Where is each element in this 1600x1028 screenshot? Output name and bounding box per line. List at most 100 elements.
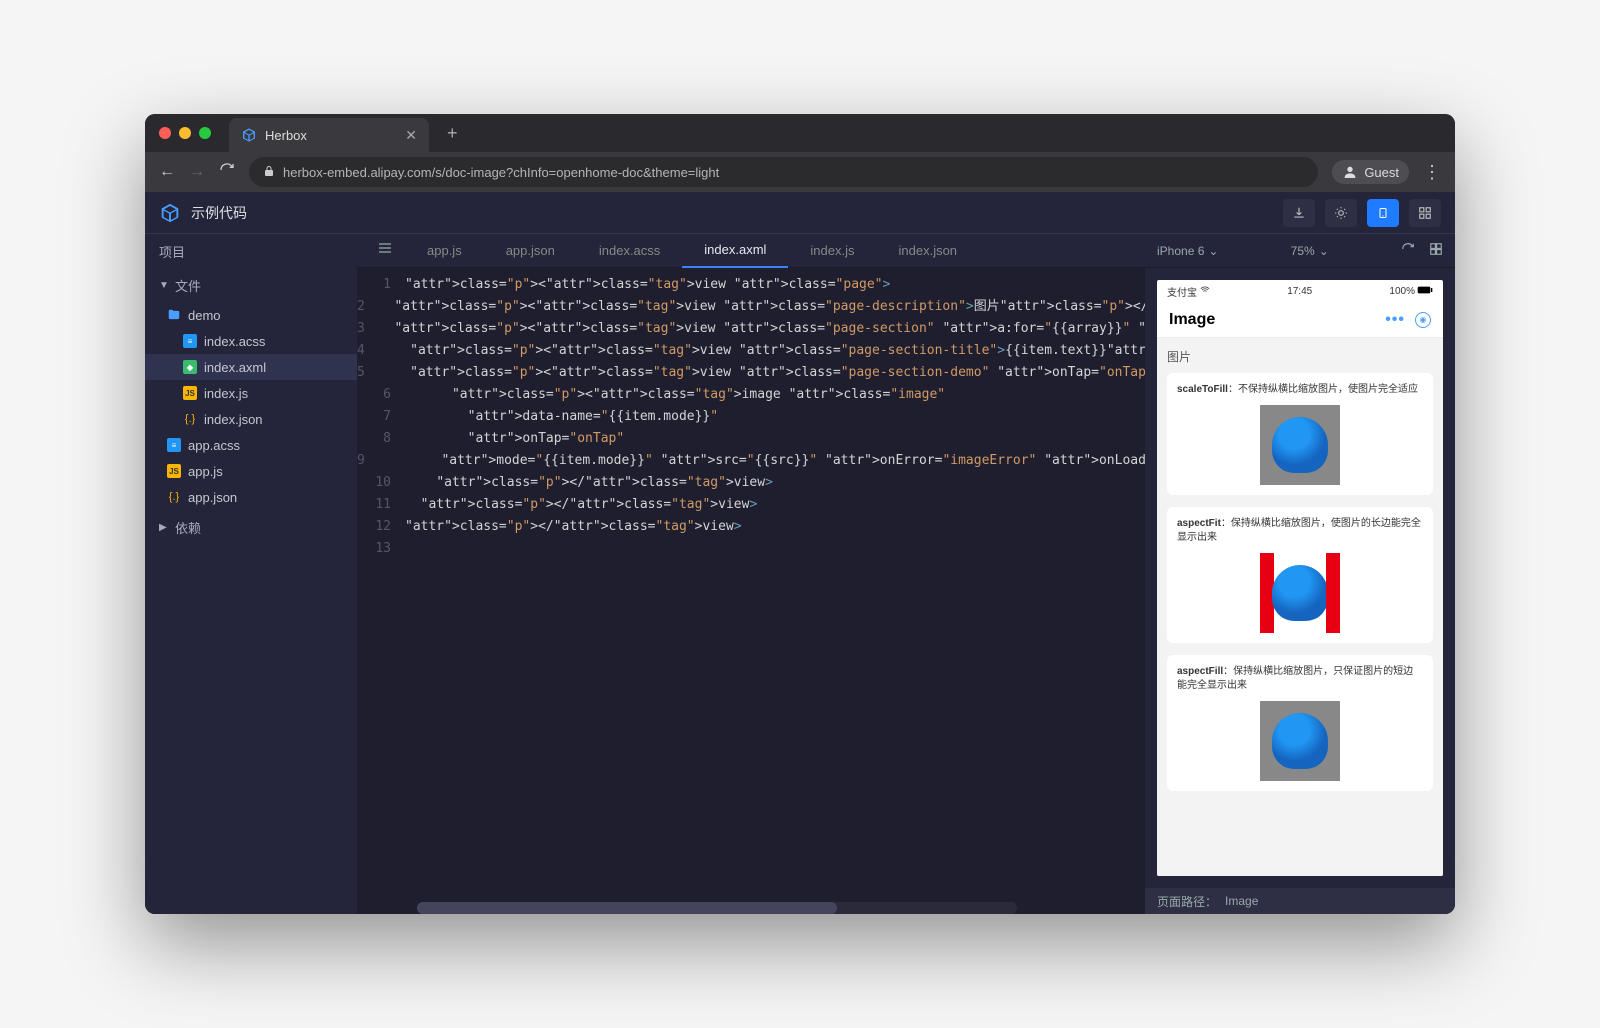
file-tree-item[interactable]: ◈index.axml — [145, 354, 357, 380]
editor-tab[interactable]: index.json — [877, 234, 980, 268]
time-label: 17:45 — [1287, 286, 1312, 297]
line-number: 8 — [357, 428, 405, 450]
file-tree-item[interactable]: demo — [145, 302, 357, 328]
back-button[interactable]: ← — [159, 163, 175, 181]
code-text: "attr">class="p"><"attr">class="tag">ima… — [405, 384, 945, 406]
demo-image[interactable] — [1260, 553, 1340, 633]
code-line[interactable]: 7 "attr">data-name="{{item.mode}}" — [357, 406, 1145, 428]
horizontal-scrollbar[interactable] — [417, 902, 1017, 914]
project-section[interactable]: 项目 — [145, 234, 357, 268]
code-editor[interactable]: 1"attr">class="p"><"attr">class="tag">vi… — [357, 268, 1145, 914]
brightness-button[interactable] — [1325, 199, 1357, 227]
phone-body[interactable]: 图片 scaleToFill：不保持纵横比缩放图片，使图片完全适应aspectF… — [1157, 338, 1443, 876]
code-text: "attr">class="p"><"attr">class="tag">vie… — [379, 296, 1145, 318]
code-line[interactable]: 1"attr">class="p"><"attr">class="tag">vi… — [357, 274, 1145, 296]
preview-panel: iPhone 6 ⌄ 75% ⌄ 支付宝 — [1145, 234, 1455, 914]
editor-tab[interactable]: index.acss — [577, 234, 682, 268]
file-name: index.acss — [204, 334, 265, 349]
editor-tab[interactable]: index.axml — [682, 234, 788, 268]
line-number: 5 — [357, 362, 379, 384]
footer-label: 页面路径： — [1157, 893, 1217, 910]
demo-image[interactable] — [1260, 405, 1340, 485]
url-input[interactable]: herbox-embed.alipay.com/s/doc-image?chIn… — [249, 157, 1318, 187]
code-line[interactable]: 11 "attr">class="p"></"attr">class="tag"… — [357, 494, 1145, 516]
more-icon[interactable]: ••• — [1385, 311, 1405, 329]
footer-value: Image — [1225, 894, 1258, 908]
code-line[interactable]: 9 "attr">mode="{{item.mode}}" "attr">src… — [357, 450, 1145, 472]
phone-status-bar: 支付宝 17:45 100% — [1157, 280, 1443, 302]
line-number: 12 — [357, 516, 405, 538]
minimize-window-icon[interactable] — [179, 127, 191, 139]
layout-button[interactable] — [1429, 242, 1443, 259]
code-text — [405, 538, 413, 560]
demo-description: aspectFit：保持纵横比缩放图片，使图片的长边能完全显示出来 — [1177, 517, 1423, 545]
reload-button[interactable] — [219, 162, 235, 183]
mobile-preview-button[interactable] — [1367, 199, 1399, 227]
profile-label: Guest — [1364, 165, 1399, 180]
css-icon: ≡ — [167, 438, 181, 452]
code-line[interactable]: 4 "attr">class="p"><"attr">class="tag">v… — [357, 340, 1145, 362]
code-text: "attr">class="p"><"attr">class="tag">vie… — [379, 340, 1145, 362]
code-line[interactable]: 6 "attr">class="p"><"attr">class="tag">i… — [357, 384, 1145, 406]
code-line[interactable]: 10 "attr">class="p"></"attr">class="tag"… — [357, 472, 1145, 494]
editor-tab[interactable]: index.js — [788, 234, 876, 268]
file-tree-item[interactable]: {.}index.json — [145, 406, 357, 432]
new-tab-button[interactable]: + — [447, 123, 458, 144]
file-name: app.json — [188, 490, 237, 505]
line-number: 9 — [357, 450, 379, 472]
editor-tab[interactable]: app.json — [484, 234, 577, 268]
code-line[interactable]: 2 "attr">class="p"><"attr">class="tag">v… — [357, 296, 1145, 318]
deps-section[interactable]: ▶ 依赖 — [145, 510, 357, 544]
code-line[interactable]: 12"attr">class="p"></"attr">class="tag">… — [357, 516, 1145, 538]
file-name: index.json — [204, 412, 263, 427]
code-line[interactable]: 13 — [357, 538, 1145, 560]
device-selector[interactable]: iPhone 6 ⌄ — [1157, 244, 1218, 258]
tab-close-icon[interactable]: ✕ — [405, 127, 417, 144]
file-tree-item[interactable]: ≡app.acss — [145, 432, 357, 458]
zoom-selector[interactable]: 75% ⌄ — [1291, 244, 1329, 258]
code-text: "attr">data-name="{{item.mode}}" — [405, 406, 718, 428]
file-tree-item[interactable]: JS index.js — [145, 380, 357, 406]
line-number: 7 — [357, 406, 405, 428]
url-text: herbox-embed.alipay.com/s/doc-image?chIn… — [283, 165, 719, 180]
preview-toolbar: iPhone 6 ⌄ 75% ⌄ — [1145, 234, 1455, 268]
forward-button[interactable]: → — [189, 163, 205, 181]
file-tabs: app.jsapp.jsonindex.acssindex.axmlindex.… — [357, 234, 1145, 268]
line-number: 13 — [357, 538, 405, 560]
device-simulator[interactable]: 支付宝 17:45 100% Image ••• ◉ — [1157, 280, 1443, 876]
battery-icon — [1417, 286, 1433, 297]
menu-kebab-icon[interactable]: ⋮ — [1423, 162, 1441, 183]
tab-title: Herbox — [265, 128, 307, 143]
grid-view-button[interactable] — [1409, 199, 1441, 227]
browser-tab[interactable]: Herbox ✕ — [229, 118, 429, 152]
maximize-window-icon[interactable] — [199, 127, 211, 139]
code-line[interactable]: 3 "attr">class="p"><"attr">class="tag">v… — [357, 318, 1145, 340]
code-text: "attr">class="p"></"attr">class="tag">vi… — [405, 494, 757, 516]
file-tree-item[interactable]: JSapp.js — [145, 458, 357, 484]
editor-area: app.jsapp.jsonindex.acssindex.axmlindex.… — [357, 234, 1145, 914]
lock-icon — [263, 165, 275, 180]
file-tree-item[interactable]: {.}app.json — [145, 484, 357, 510]
file-name: index.js — [204, 386, 248, 401]
app-header: 示例代码 — [145, 192, 1455, 234]
close-window-icon[interactable] — [159, 127, 171, 139]
refresh-preview-button[interactable] — [1401, 242, 1415, 259]
hamburger-icon[interactable] — [365, 240, 405, 261]
window-titlebar: Herbox ✕ + — [145, 114, 1455, 152]
line-number: 3 — [357, 318, 379, 340]
code-line[interactable]: 5 "attr">class="p"><"attr">class="tag">v… — [357, 362, 1145, 384]
app-title: 示例代码 — [191, 203, 247, 223]
js-icon: JS — [183, 386, 197, 400]
demo-image[interactable] — [1260, 701, 1340, 781]
code-line[interactable]: 8 "attr">onTap="onTap" — [357, 428, 1145, 450]
profile-button[interactable]: Guest — [1332, 160, 1409, 184]
preview-footer: 页面路径： Image — [1145, 888, 1455, 914]
files-section[interactable]: ▼ 文件 — [145, 268, 357, 302]
editor-tab[interactable]: app.js — [405, 234, 484, 268]
target-icon[interactable]: ◉ — [1415, 312, 1431, 328]
project-label: 项目 — [159, 242, 185, 261]
axml-icon: ◈ — [183, 360, 197, 374]
file-tree-item[interactable]: ≡index.acss — [145, 328, 357, 354]
tab-favicon-icon — [241, 127, 257, 143]
download-button[interactable] — [1283, 199, 1315, 227]
